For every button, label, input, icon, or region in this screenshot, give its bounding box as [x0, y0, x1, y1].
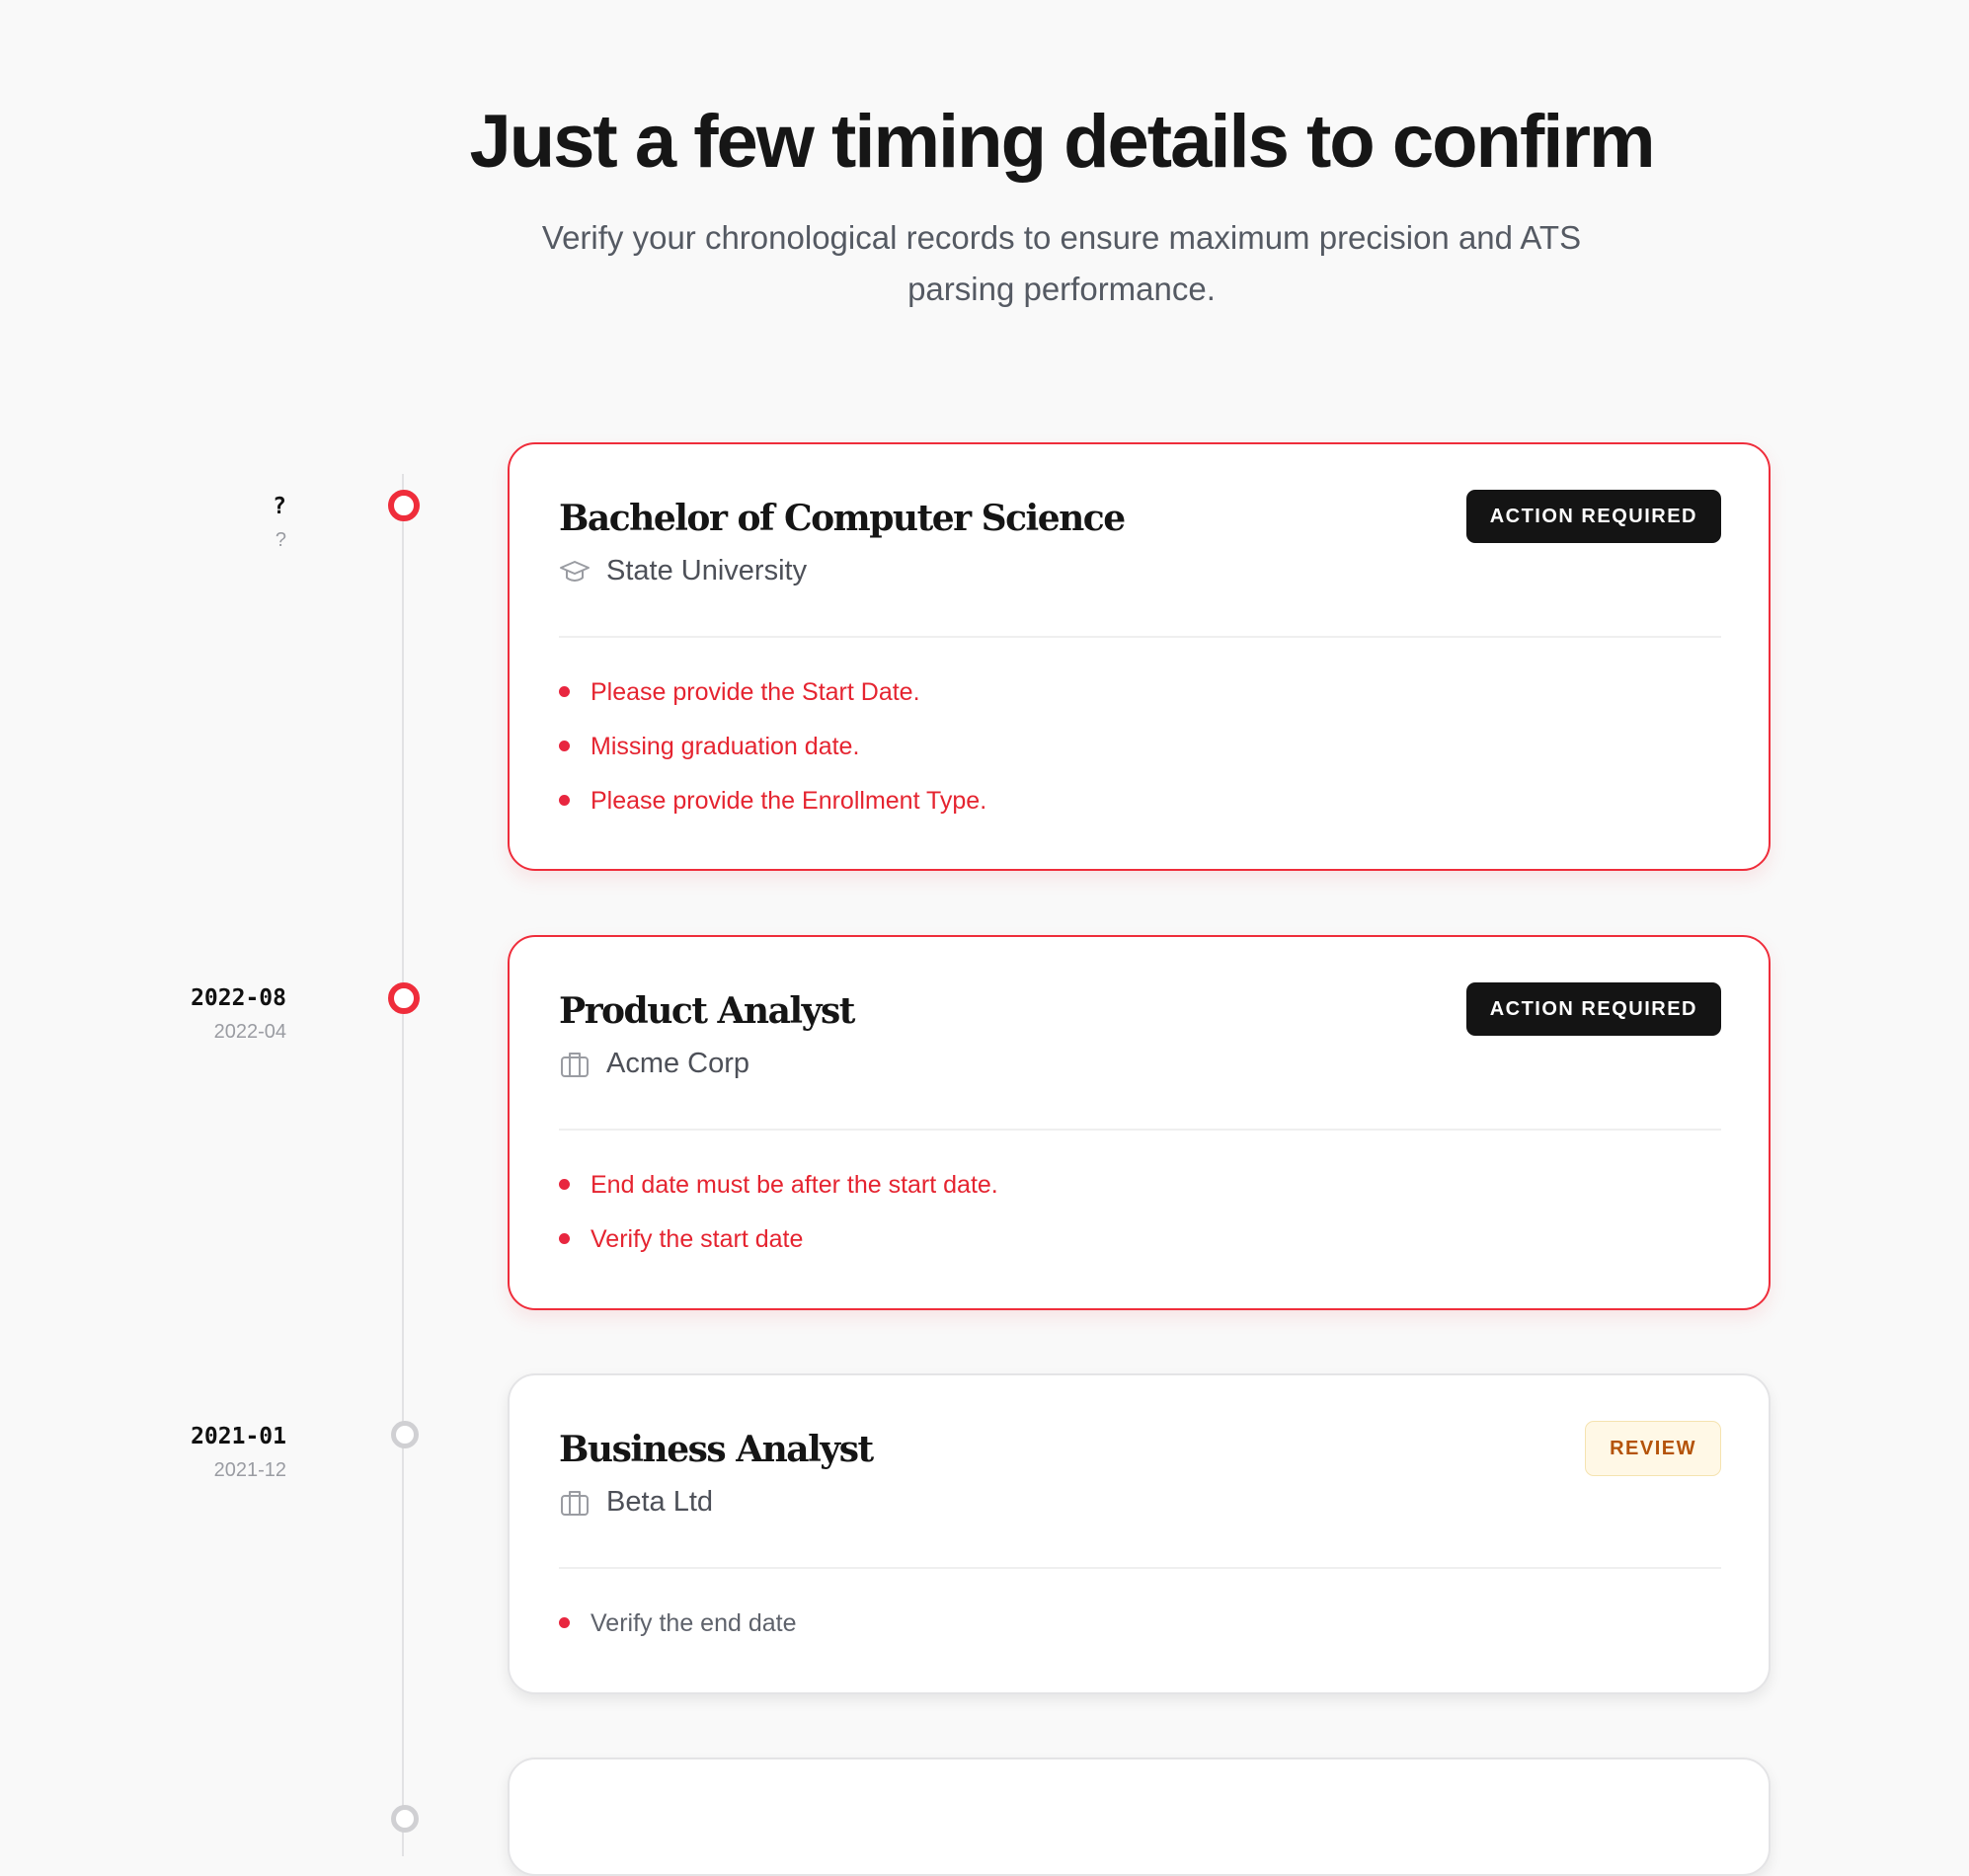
issue-item: End date must be after the start date.	[559, 1167, 998, 1221]
timeline-date: 2022-08 2022-04	[0, 985, 286, 1044]
entry-organization: Beta Ltd	[559, 1486, 713, 1519]
timeline-dot-alert	[388, 490, 420, 521]
issue-list: Verify the end date	[559, 1605, 796, 1660]
issue-item: Please provide the Start Date.	[559, 674, 986, 729]
status-badge: ACTION REQUIRED	[1465, 982, 1721, 1036]
card-divider	[559, 636, 1721, 638]
issue-list: End date must be after the start date. V…	[559, 1167, 998, 1276]
status-badge: ACTION REQUIRED	[1465, 490, 1721, 543]
issue-item: Please provide the Enrollment Type.	[559, 783, 986, 837]
date-secondary: 2021-12	[213, 1459, 286, 1481]
briefcase-icon	[561, 1490, 589, 1516]
timeline-date: 2021-01 2021-12	[0, 1424, 286, 1482]
entry-title: Bachelor of Computer Science	[559, 498, 1126, 539]
entry-organization: Acme Corp	[559, 1048, 749, 1080]
entry-card[interactable]	[508, 1758, 1771, 1876]
timeline-date: ? ?	[0, 494, 286, 552]
timeline-dot	[391, 1805, 419, 1833]
status-badge: REVIEW	[1585, 1421, 1721, 1476]
issue-list: Please provide the Start Date. Missing g…	[559, 674, 986, 837]
timeline-dot-alert	[388, 982, 420, 1014]
issue-item: Verify the end date	[559, 1605, 796, 1660]
card-divider	[559, 1567, 1721, 1569]
graduation-cap-icon	[560, 560, 590, 582]
issue-item: Missing graduation date.	[559, 729, 986, 783]
organization-name: Beta Ltd	[606, 1486, 714, 1518]
date-secondary: ?	[275, 529, 286, 551]
page-subtitle: Verify your chronological records to ens…	[541, 219, 1582, 307]
briefcase-icon	[561, 1052, 589, 1077]
page-title: Just a few timing details to confirm	[469, 100, 1655, 184]
issue-item: Verify the start date	[559, 1221, 998, 1276]
entry-card[interactable]: Business Analyst Beta Ltd REVIEW Verify …	[508, 1373, 1771, 1694]
date-primary: ?	[273, 494, 286, 519]
entry-organization: State University	[559, 555, 807, 587]
entry-title: Business Analyst	[559, 1429, 874, 1470]
date-primary: 2022-08	[191, 985, 286, 1011]
organization-name: State University	[606, 555, 808, 586]
timeline-line	[402, 474, 404, 1856]
date-secondary: 2022-04	[213, 1021, 286, 1043]
entry-title: Product Analyst	[559, 990, 855, 1032]
card-divider	[559, 1129, 1721, 1131]
organization-name: Acme Corp	[606, 1048, 750, 1079]
date-primary: 2021-01	[191, 1424, 286, 1449]
entry-card[interactable]: Bachelor of Computer Science State Unive…	[508, 442, 1771, 871]
timeline-dot	[391, 1421, 419, 1448]
entry-card[interactable]: Product Analyst Acme Corp ACTION REQUIRE…	[508, 935, 1771, 1310]
